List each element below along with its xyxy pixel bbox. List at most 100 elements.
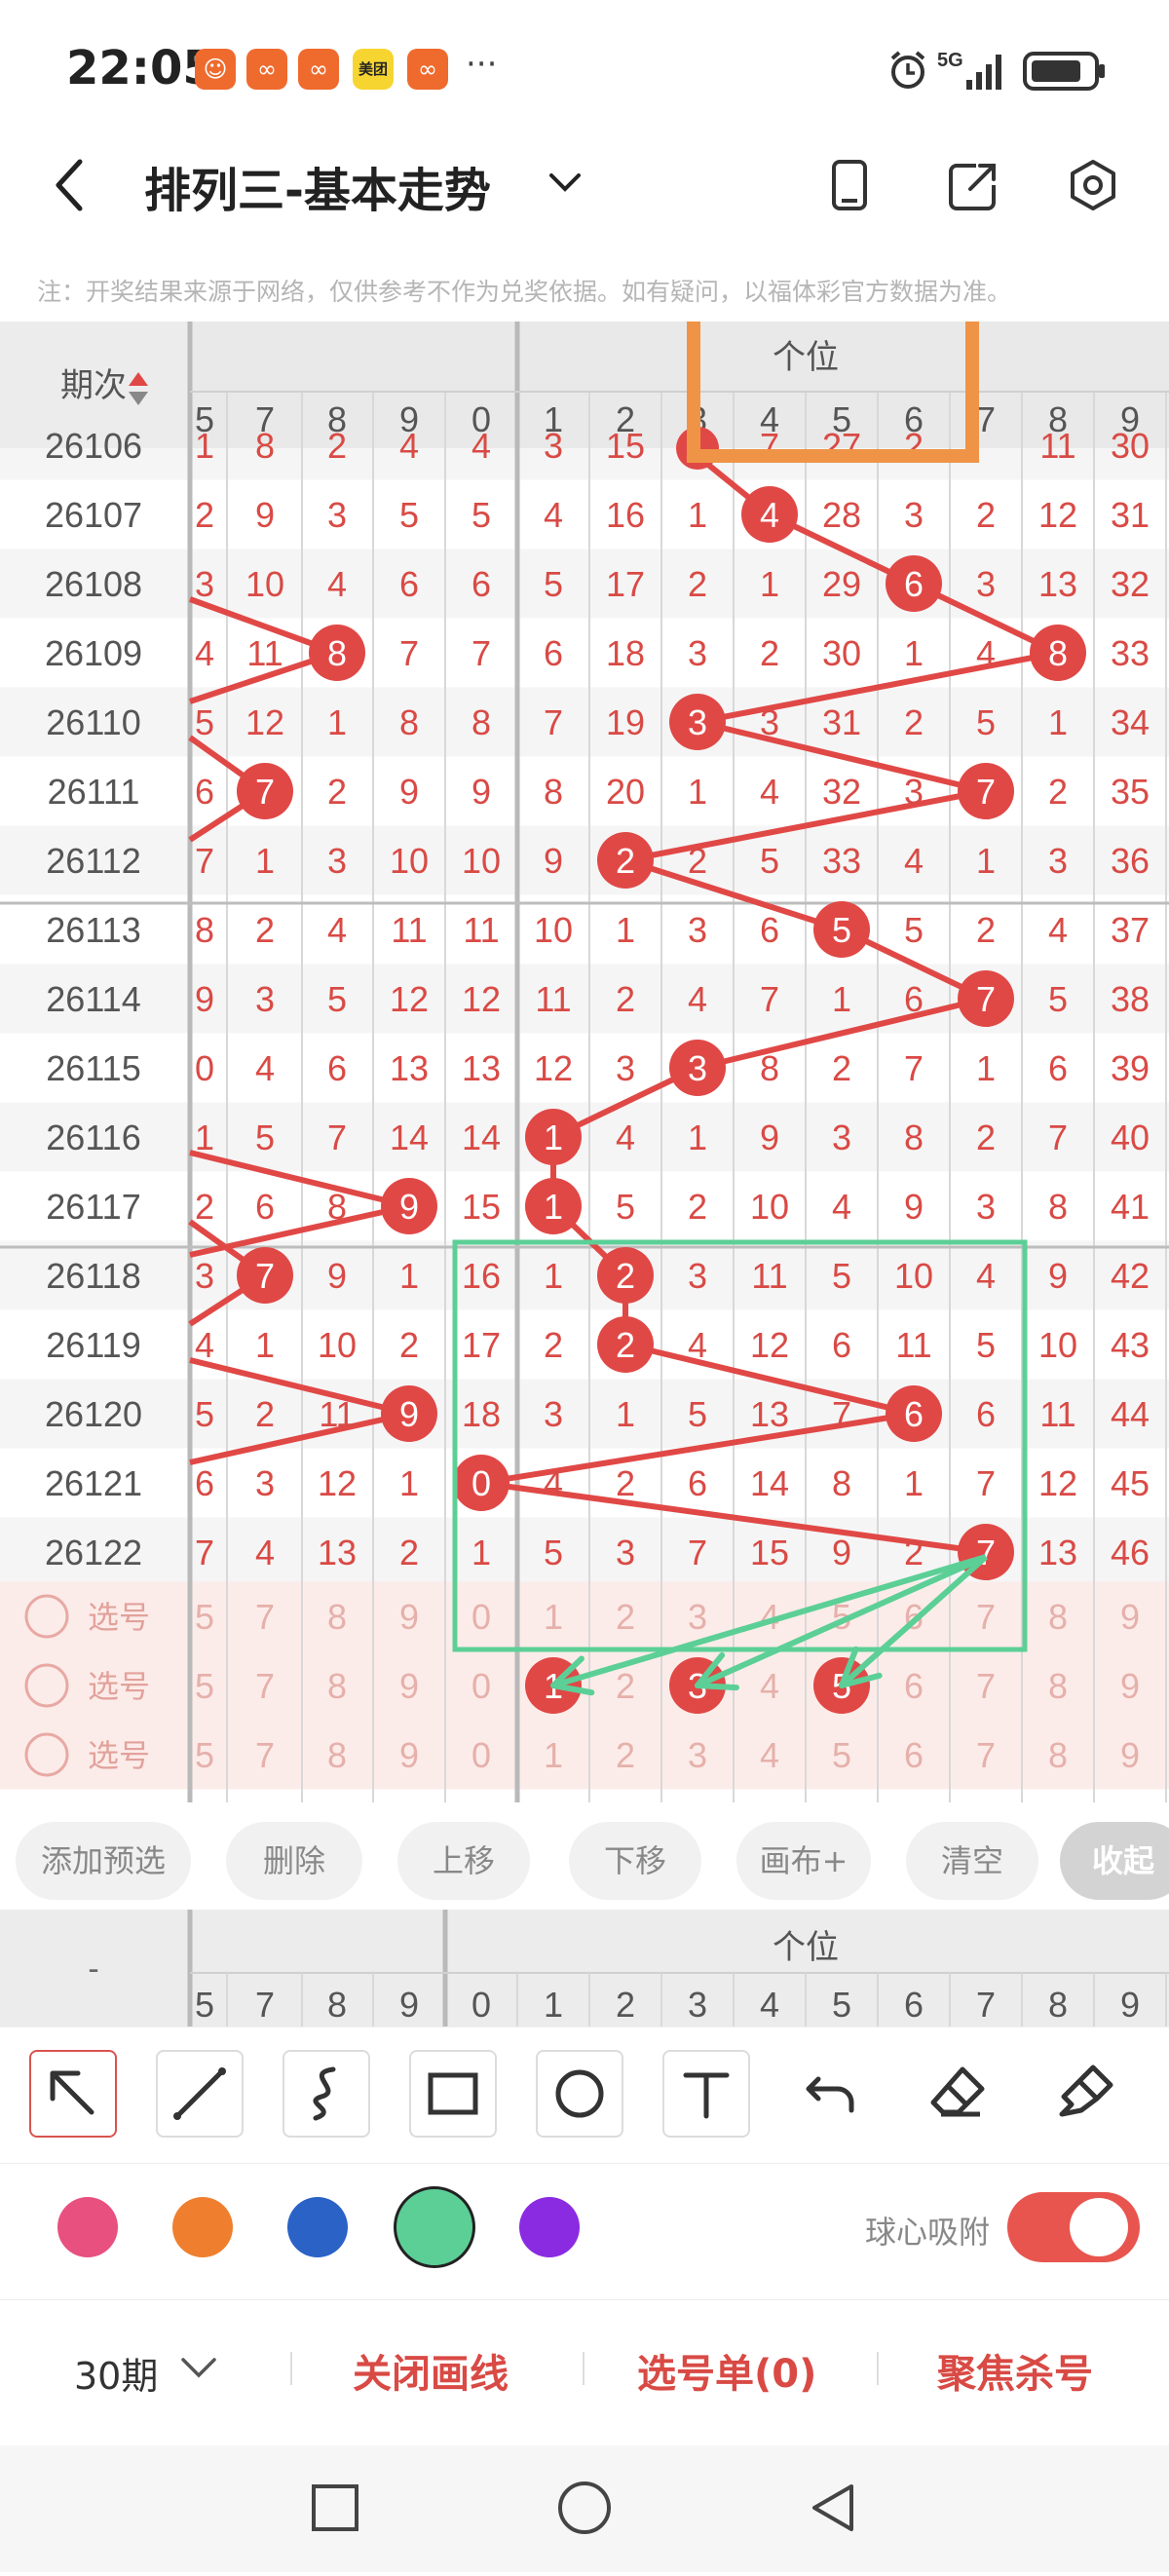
cell-value: 2 <box>976 1118 996 1157</box>
pick-digit[interactable]: 9 <box>1120 1735 1140 1775</box>
cell-value: 3 <box>195 1256 214 1296</box>
pick-digit[interactable]: 2 <box>616 1597 635 1637</box>
trend-chart[interactable]: 期次 个位 5 7 8 9 0 1 2 3 4 5 6 7 8 9 26106 1 8 2 4 4 3 15 7 27 2 11 30 2… <box>0 322 1169 1802</box>
pick-digit[interactable]: 8 <box>1048 1735 1068 1775</box>
cell-value: 13 <box>750 1394 789 1434</box>
pointer-tool-button[interactable] <box>29 2050 117 2138</box>
cell-value: 2 <box>399 1533 419 1572</box>
circle-tool-button[interactable] <box>536 2050 623 2138</box>
column-header-digit: 3 <box>688 1985 707 2025</box>
cell-value: 1 <box>399 1256 419 1296</box>
cell-value: 1 <box>195 1118 214 1157</box>
cell-value: 11 <box>751 1256 787 1296</box>
rectangle-tool-button[interactable] <box>409 2050 497 2138</box>
pick-digit[interactable]: 0 <box>471 1666 491 1706</box>
pick-digit[interactable]: 5 <box>832 1735 851 1775</box>
pick-digit[interactable]: 9 <box>399 1666 419 1706</box>
cell-value: 28 <box>822 495 861 535</box>
pick-digit[interactable]: 7 <box>976 1666 996 1706</box>
pick-digit[interactable]: 7 <box>976 1597 996 1637</box>
pick-digit[interactable]: 1 <box>544 1597 563 1637</box>
home-icon[interactable] <box>558 2481 611 2534</box>
pick-digit[interactable]: 2 <box>616 1735 635 1775</box>
status-time: 22:05 <box>66 41 215 95</box>
pick-digit[interactable]: 9 <box>399 1597 419 1637</box>
focus-kill-button[interactable]: 聚焦杀号 <box>937 2342 1093 2399</box>
pick-digit[interactable]: 3 <box>688 1597 707 1637</box>
color-swatch[interactable] <box>394 2186 475 2268</box>
undo-tool-button[interactable] <box>789 2050 873 2134</box>
pick-digit[interactable]: 7 <box>255 1666 275 1706</box>
text-tool-button[interactable] <box>662 2050 750 2138</box>
pick-digit[interactable]: 7 <box>255 1735 275 1775</box>
back-arrow-icon[interactable] <box>51 156 90 214</box>
add-preselect-button[interactable]: 添加预选 <box>16 1822 191 1900</box>
pick-digit[interactable]: 4 <box>760 1735 779 1775</box>
pick-digit[interactable]: 5 <box>195 1735 214 1775</box>
chevron-down-icon[interactable] <box>546 168 584 197</box>
move-down-button[interactable]: 下移 <box>569 1822 701 1900</box>
chevron-down-icon[interactable] <box>179 2356 218 2381</box>
pick-digit[interactable]: 5 <box>195 1597 214 1637</box>
column-header-digit: 0 <box>471 1985 491 2025</box>
arrow-pointer-icon <box>50 2070 94 2115</box>
pick-digit[interactable]: 0 <box>471 1735 491 1775</box>
pick-digit[interactable]: 0 <box>471 1597 491 1637</box>
pick-digit[interactable]: 8 <box>327 1666 347 1706</box>
cell-value: 44 <box>1111 1394 1150 1434</box>
pick-digit[interactable]: 9 <box>1120 1597 1140 1637</box>
column-header-digit: 9 <box>1120 1985 1140 2025</box>
color-swatch[interactable] <box>57 2197 118 2257</box>
pick-digit[interactable]: 7 <box>976 1735 996 1775</box>
curve-tool-button[interactable] <box>283 2050 370 2138</box>
pick-digit[interactable]: 8 <box>327 1735 347 1775</box>
kuaishou-app-icon: ∞ <box>246 49 287 90</box>
cell-value: 7 <box>760 979 779 1019</box>
pick-digit[interactable]: 4 <box>760 1666 779 1706</box>
settings-hexagon-icon[interactable] <box>1066 158 1120 212</box>
pick-digit[interactable]: 6 <box>904 1735 924 1775</box>
brush-tool-button[interactable] <box>1042 2050 1126 2134</box>
clear-button[interactable]: 清空 <box>906 1822 1038 1900</box>
brush-icon <box>1059 2065 1113 2117</box>
pick-digit[interactable]: 9 <box>399 1735 419 1775</box>
pick-digit[interactable]: 3 <box>688 1735 707 1775</box>
page-title[interactable]: 排列三-基本走势 <box>144 152 491 220</box>
pick-digit[interactable]: 2 <box>616 1666 635 1706</box>
ball-number: 9 <box>399 1394 419 1434</box>
cell-value: 14 <box>390 1118 429 1157</box>
canvas-plus-button[interactable]: 画布+ <box>736 1822 871 1900</box>
pick-digit[interactable]: 5 <box>195 1666 214 1706</box>
period-select[interactable]: 30期 <box>74 2346 158 2400</box>
nav-back-icon[interactable] <box>812 2484 853 2531</box>
cell-value: 31 <box>1111 495 1150 535</box>
cell-value: 12 <box>1038 495 1077 535</box>
pick-digit[interactable]: 9 <box>1120 1666 1140 1706</box>
color-swatch[interactable] <box>287 2197 348 2257</box>
cell-value: 6 <box>832 1325 851 1365</box>
cell-value: 1 <box>904 1463 924 1503</box>
cell-value: 19 <box>606 702 645 742</box>
pick-digit[interactable]: 1 <box>544 1735 563 1775</box>
pick-digit[interactable]: 8 <box>1048 1666 1068 1706</box>
cell-value: 7 <box>327 1118 347 1157</box>
pick-digit[interactable]: 8 <box>1048 1597 1068 1637</box>
close-lines-button[interactable]: 关闭画线 <box>353 2342 509 2399</box>
pick-digit[interactable]: 7 <box>255 1597 275 1637</box>
color-swatch[interactable] <box>519 2197 580 2257</box>
move-up-button[interactable]: 上移 <box>397 1822 530 1900</box>
pick-digit[interactable]: 8 <box>327 1597 347 1637</box>
pick-list-button[interactable]: 选号单(0) <box>637 2342 816 2399</box>
color-swatch[interactable] <box>172 2197 233 2257</box>
ball-number: 8 <box>327 633 347 673</box>
line-tool-button[interactable] <box>156 2050 244 2138</box>
phone-icon[interactable] <box>828 158 873 212</box>
delete-button[interactable]: 删除 <box>226 1822 362 1900</box>
eraser-tool-button[interactable] <box>916 2050 999 2134</box>
cell-value: 1 <box>544 1256 563 1296</box>
cell-value: 12 <box>534 1048 573 1088</box>
collapse-button[interactable]: 收起 <box>1060 1822 1169 1900</box>
share-icon[interactable] <box>947 160 999 212</box>
recent-apps-icon[interactable] <box>312 2484 358 2531</box>
pick-digit[interactable]: 6 <box>904 1666 924 1706</box>
